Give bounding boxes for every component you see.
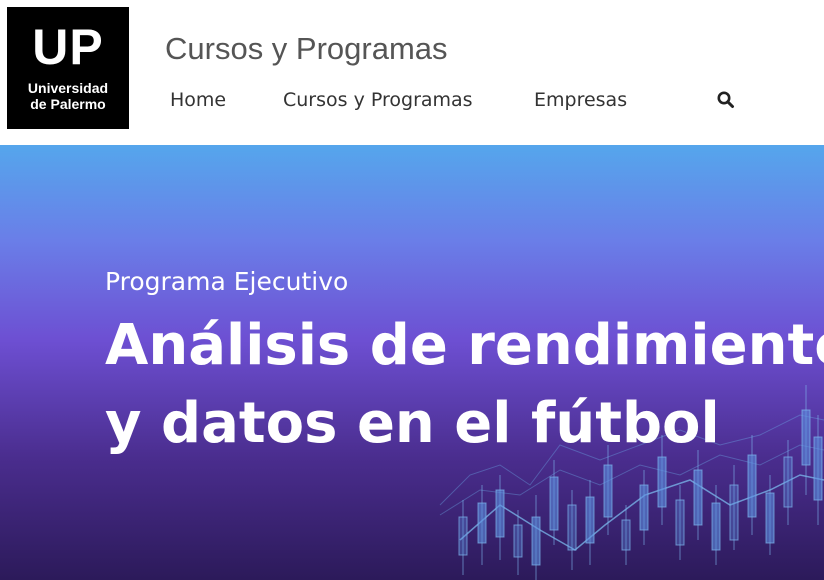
candle-body xyxy=(675,499,685,546)
candle-body xyxy=(513,524,523,558)
candle-body xyxy=(567,504,577,551)
nav-item-empresas[interactable]: Empresas xyxy=(534,85,627,115)
main-nav: Home Cursos y Programas Empresas xyxy=(0,85,824,115)
search-icon xyxy=(717,91,734,108)
candle-body xyxy=(477,502,487,544)
nav-item-cursos-y-programas[interactable]: Cursos y Programas xyxy=(283,85,473,115)
nav-item-home[interactable]: Home xyxy=(170,85,226,115)
candle-body xyxy=(639,484,649,531)
candle-body xyxy=(729,484,739,541)
candle-body xyxy=(783,456,793,508)
candle-body xyxy=(621,519,631,551)
candle-body xyxy=(495,489,505,538)
hero-banner: Programa Ejecutivo Análisis de rendimien… xyxy=(0,145,824,580)
candle-body xyxy=(765,492,775,544)
candle-body xyxy=(458,516,468,556)
search-button[interactable] xyxy=(716,90,736,110)
candle-body xyxy=(549,476,559,531)
hero-title: Análisis de rendimiento y datos en el fú… xyxy=(105,307,824,463)
hero-title-line1: Análisis de rendimiento xyxy=(105,313,824,378)
page: UP Universidad de Palermo Cursos y Progr… xyxy=(0,0,824,580)
candle-body xyxy=(693,469,703,526)
candle-body xyxy=(603,464,613,518)
candle-body xyxy=(747,454,757,518)
candle-body xyxy=(585,496,595,544)
candle-body xyxy=(531,516,541,566)
hero-kicker: Programa Ejecutivo xyxy=(105,267,349,296)
hero-title-line2: y datos en el fútbol xyxy=(105,391,720,456)
candle-body xyxy=(711,502,721,551)
candle-body xyxy=(657,456,667,508)
logo-mark: UP xyxy=(32,19,104,75)
site-header: UP Universidad de Palermo Cursos y Progr… xyxy=(0,0,824,145)
site-title[interactable]: Cursos y Programas xyxy=(165,30,448,68)
